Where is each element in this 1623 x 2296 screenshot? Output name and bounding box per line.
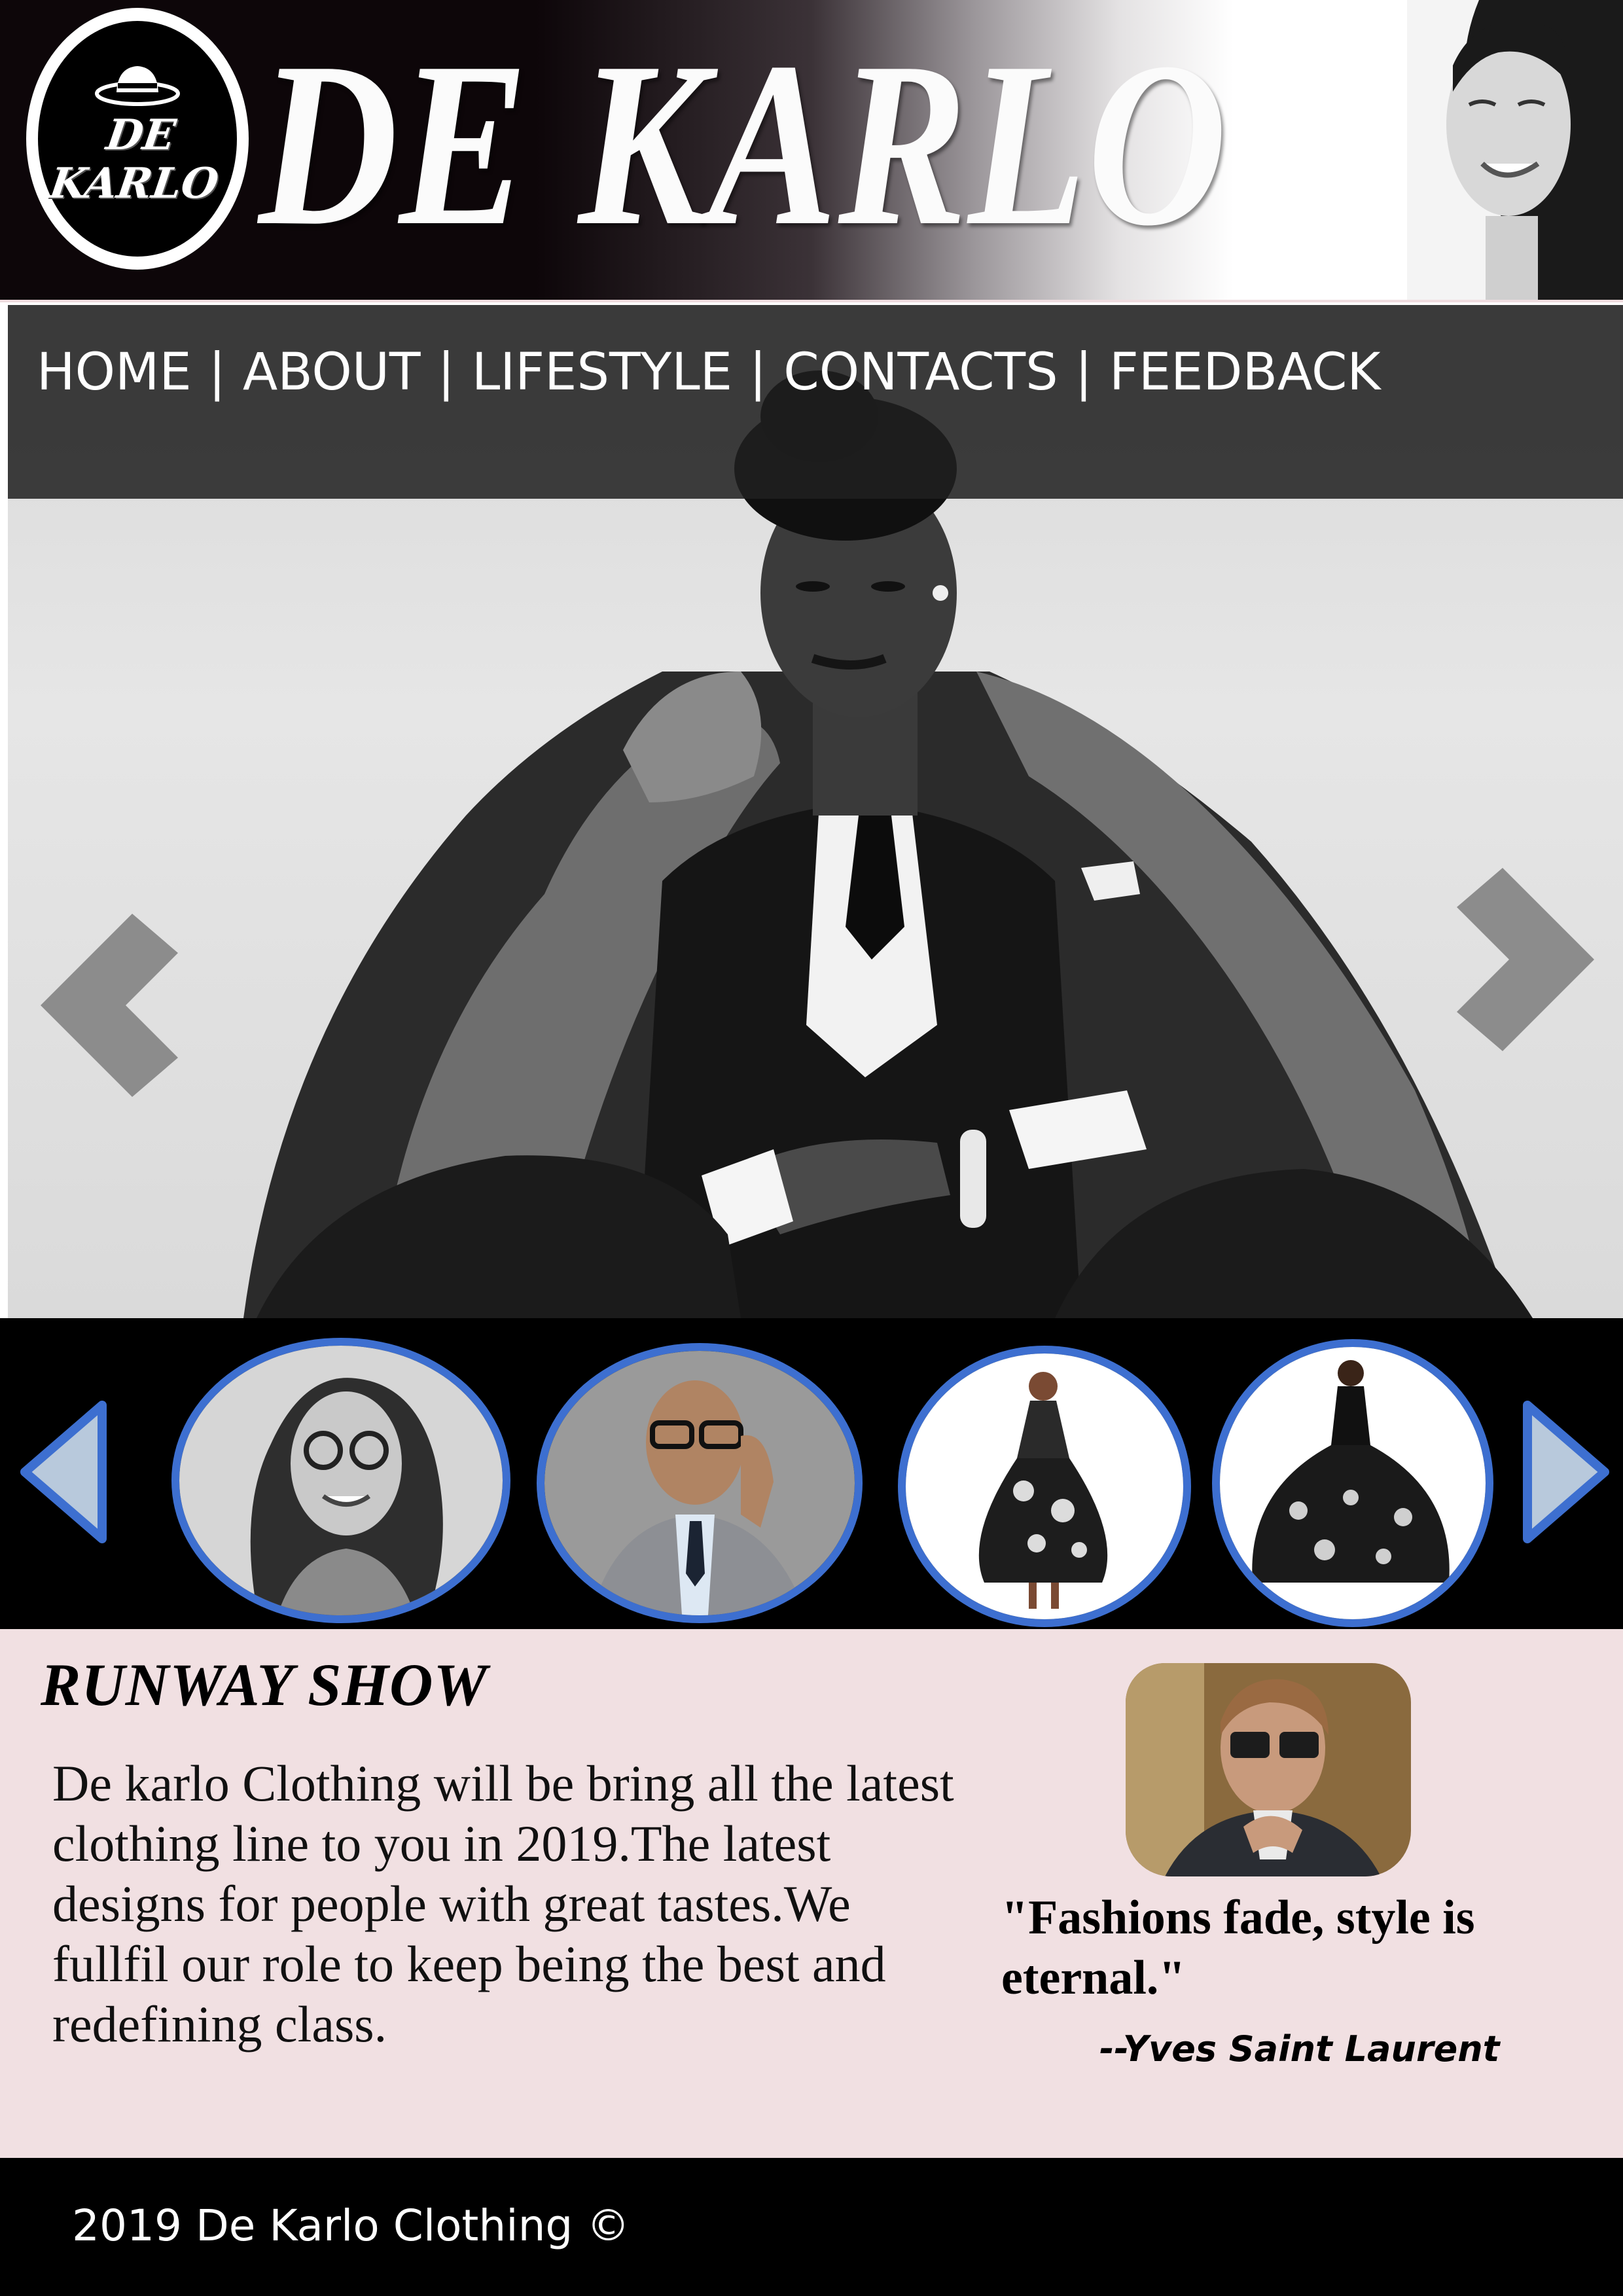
runway-description: De karlo Clothing will be bring all the … <box>52 1755 954 2053</box>
site-header: DE KARLO DE KARLO <box>0 0 1623 302</box>
thumbnail-patterned-gown[interactable] <box>1212 1339 1493 1627</box>
nav-separator: | <box>1075 343 1092 402</box>
nav-contacts[interactable]: CONTACTS <box>783 343 1058 402</box>
nav-home[interactable]: HOME <box>37 343 192 402</box>
runway-title: RUNWAY SHOW <box>41 1651 488 1718</box>
chevron-left-icon[interactable] <box>41 914 178 1097</box>
thumbnail-man-suit[interactable] <box>537 1343 863 1623</box>
triangle-right-icon[interactable] <box>1520 1400 1611 1544</box>
thumbnail-floral-dress[interactable] <box>898 1346 1191 1627</box>
nav-feedback[interactable]: FEEDBACK <box>1109 343 1381 402</box>
logo-text-line-2: KARLO <box>46 159 222 208</box>
logo-text-line-1: DE <box>103 111 179 160</box>
header-divider <box>0 300 1623 302</box>
runway-section: RUNWAY SHOW De karlo Clothing will be br… <box>0 1629 1623 2158</box>
quote-text: "Fashions fade, style is eternal." <box>1001 1891 1475 2005</box>
nav-separator: | <box>437 343 455 402</box>
triangle-left-icon[interactable] <box>18 1400 110 1544</box>
nav-lifestyle[interactable]: LIFESTYLE <box>472 343 732 402</box>
site-footer: 2019 De Karlo Clothing © <box>0 2158 1623 2296</box>
main-nav: HOME | ABOUT | LIFESTYLE | CONTACTS | FE… <box>37 343 1381 402</box>
hero-slider: HOME | ABOUT | LIFESTYLE | CONTACTS | FE… <box>8 305 1623 1318</box>
logo-text: DE KARLO <box>31 111 244 208</box>
nav-about[interactable]: ABOUT <box>243 343 421 402</box>
nav-separator: | <box>749 343 767 402</box>
hat-icon <box>95 66 180 106</box>
nav-separator: | <box>208 343 226 402</box>
header-portrait-image <box>1407 0 1623 302</box>
thumbnail-woman-glasses[interactable] <box>171 1338 510 1623</box>
chevron-right-icon[interactable] <box>1457 868 1594 1051</box>
thumbnail-carousel <box>0 1318 1623 1629</box>
footer-copyright: 2019 De Karlo Clothing © <box>72 2200 630 2251</box>
quote-author: --Yves Saint Laurent <box>1099 2028 1500 2070</box>
yves-saint-laurent-photo <box>1126 1663 1411 1876</box>
brand-title: DE KARLO <box>259 13 1228 274</box>
nav-bar: HOME | ABOUT | LIFESTYLE | CONTACTS | FE… <box>8 305 1623 499</box>
